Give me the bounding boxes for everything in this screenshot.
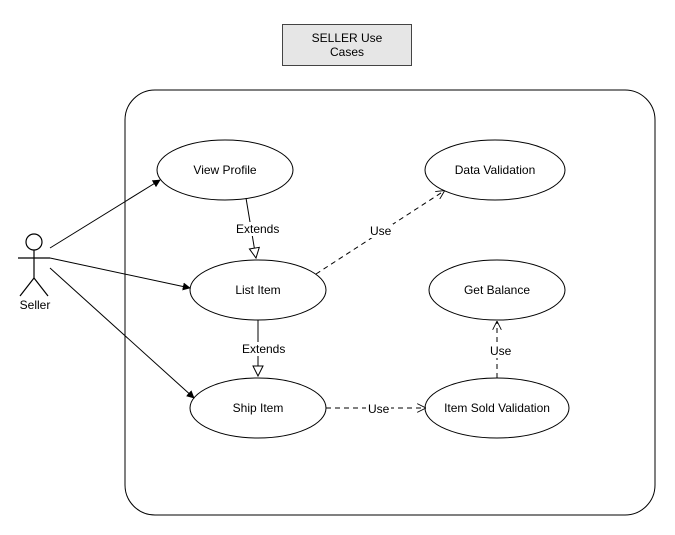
assoc-seller-listitem	[50, 258, 190, 288]
usecase-data-validation-label: Data Validation	[455, 163, 536, 177]
usecase-list-item-label: List Item	[235, 283, 280, 297]
edge-label-extends-1: Extends	[234, 222, 281, 236]
actor-seller-figure	[18, 234, 50, 296]
usecase-view-profile-label: View Profile	[193, 163, 256, 177]
assoc-seller-viewprofile	[50, 180, 160, 248]
edge-label-use-3: Use	[488, 344, 513, 358]
usecase-get-balance-label: Get Balance	[464, 283, 530, 297]
edge-label-extends-2: Extends	[240, 342, 287, 356]
usecase-item-sold-validation-label: Item Sold Validation	[444, 401, 550, 415]
diagram-canvas	[0, 0, 675, 535]
edge-label-use-1: Use	[368, 224, 393, 238]
usecase-ship-item-label: Ship Item	[233, 401, 284, 415]
assoc-seller-shipitem	[50, 268, 194, 398]
edge-label-use-2: Use	[366, 402, 391, 416]
actor-seller-label: Seller	[18, 298, 52, 312]
